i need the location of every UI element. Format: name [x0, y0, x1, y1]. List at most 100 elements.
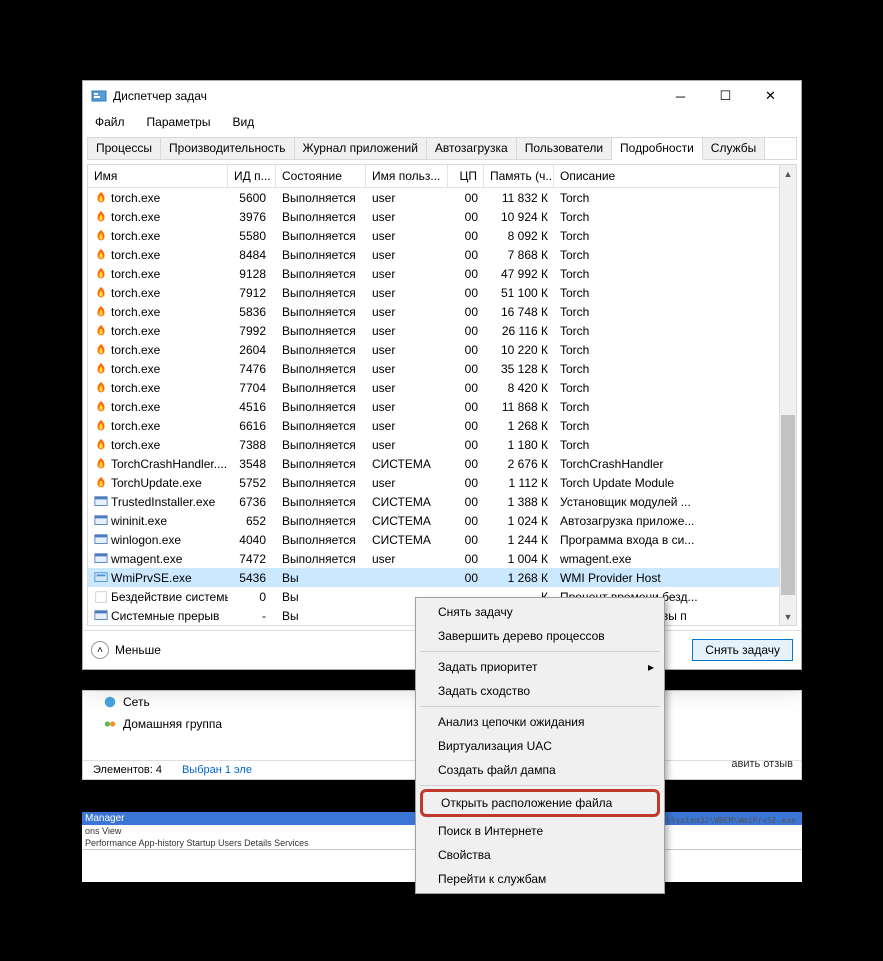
table-row[interactable]: torch.exe7388Выполняетсяuser001 180 КTor… [88, 435, 796, 454]
table-row[interactable]: torch.exe6616Выполняетсяuser001 268 КTor… [88, 416, 796, 435]
process-memory: 26 116 К [484, 323, 554, 339]
network-icon [103, 695, 117, 709]
process-description: Torch [554, 342, 796, 358]
table-row[interactable]: WmiPrvSE.exe5436Вы001 268 КWMI Provider … [88, 568, 796, 587]
context-menu: Снять задачуЗавершить дерево процессов За… [415, 597, 665, 894]
process-name: TorchUpdate.exe [111, 476, 202, 490]
table-row[interactable]: TrustedInstaller.exe6736ВыполняетсяСИСТЕ… [88, 492, 796, 511]
torch-icon [94, 362, 108, 376]
close-button[interactable]: ✕ [748, 82, 793, 110]
tab-6[interactable]: Службы [703, 138, 765, 159]
col-description[interactable]: Описание [554, 165, 796, 187]
app-icon [91, 88, 107, 104]
table-row[interactable]: TorchCrashHandler....3548ВыполняетсяСИСТ… [88, 454, 796, 473]
context-item[interactable]: Анализ цепочки ожидания [418, 710, 662, 734]
menu-file[interactable]: Файл [91, 113, 129, 131]
process-name: torch.exe [111, 305, 160, 319]
titlebar[interactable]: Диспетчер задач ─ ☐ ✕ [83, 81, 801, 111]
torch-icon [94, 419, 108, 433]
context-item[interactable]: Создать файл дампа [418, 758, 662, 782]
torch-icon [94, 210, 108, 224]
process-status: Выполняется [276, 323, 366, 339]
col-user[interactable]: Имя польз... [366, 165, 448, 187]
process-memory: 1 268 К [484, 570, 554, 586]
table-row[interactable]: torch.exe5836Выполняетсяuser0016 748 КTo… [88, 302, 796, 321]
maximize-button[interactable]: ☐ [703, 82, 748, 110]
tab-1[interactable]: Производительность [161, 138, 294, 159]
process-cpu: 00 [448, 380, 484, 396]
process-status: Выполняется [276, 532, 366, 548]
tab-3[interactable]: Автозагрузка [427, 138, 517, 159]
task-manager-window: Диспетчер задач ─ ☐ ✕ Файл Параметры Вид… [82, 80, 802, 670]
scroll-thumb[interactable] [781, 415, 795, 595]
table-row[interactable]: torch.exe2604Выполняетсяuser0010 220 КTo… [88, 340, 796, 359]
context-item[interactable]: Завершить дерево процессов [418, 624, 662, 648]
vertical-scrollbar[interactable]: ▲ ▼ [779, 165, 796, 625]
tab-4[interactable]: Пользователи [517, 138, 612, 159]
table-row[interactable]: torch.exe4516Выполняетсяuser0011 868 КTo… [88, 397, 796, 416]
col-status[interactable]: Состояние [276, 165, 366, 187]
col-cpu[interactable]: ЦП [448, 165, 484, 187]
table-row[interactable]: torch.exe7704Выполняетсяuser008 420 КTor… [88, 378, 796, 397]
process-pid: 652 [228, 513, 276, 529]
table-row[interactable]: torch.exe7992Выполняетсяuser0026 116 КTo… [88, 321, 796, 340]
context-item[interactable]: Снять задачу [418, 600, 662, 624]
process-user: user [366, 323, 448, 339]
process-name: torch.exe [111, 381, 160, 395]
menu-options[interactable]: Параметры [143, 113, 215, 131]
process-status: Выполняется [276, 304, 366, 320]
tab-5[interactable]: Подробности [612, 138, 703, 160]
table-row[interactable]: torch.exe7476Выполняетсяuser0035 128 КTo… [88, 359, 796, 378]
torch-icon [94, 381, 108, 395]
table-row[interactable]: torch.exe8484Выполняетсяuser007 868 КTor… [88, 245, 796, 264]
table-row[interactable]: torch.exe7912Выполняетсяuser0051 100 КTo… [88, 283, 796, 302]
process-cpu: 00 [448, 323, 484, 339]
table-row[interactable]: winlogon.exe4040ВыполняетсяСИСТЕМА001 24… [88, 530, 796, 549]
process-status: Выполняется [276, 342, 366, 358]
end-task-button[interactable]: Снять задачу [692, 639, 793, 661]
scroll-up-button[interactable]: ▲ [780, 165, 796, 182]
context-item[interactable]: Виртуализация UAC [418, 734, 662, 758]
minimize-button[interactable]: ─ [658, 82, 703, 110]
table-row[interactable]: wmagent.exe7472Выполняетсяuser001 004 Кw… [88, 549, 796, 568]
process-description: Установщик модулей ... [554, 494, 796, 510]
system-icon [94, 495, 108, 509]
context-item[interactable]: Свойства [418, 843, 662, 867]
context-item[interactable]: Поиск в Интернете [418, 819, 662, 843]
context-item[interactable]: Открыть расположение файла [420, 789, 660, 817]
table-row[interactable]: wininit.exe652ВыполняетсяСИСТЕМА001 024 … [88, 511, 796, 530]
process-user: user [366, 418, 448, 434]
table-row[interactable]: torch.exe5600Выполняетсяuser0011 832 КTo… [88, 188, 796, 207]
process-user: СИСТЕМА [366, 456, 448, 472]
process-cpu: 00 [448, 551, 484, 567]
process-memory: 1 180 К [484, 437, 554, 453]
tab-2[interactable]: Журнал приложений [295, 138, 427, 159]
process-name: TorchCrashHandler.... [111, 457, 227, 471]
col-pid[interactable]: ИД п... [228, 165, 276, 187]
torch-icon [94, 400, 108, 414]
col-memory[interactable]: Память (ч... [484, 165, 554, 187]
process-description: TorchCrashHandler [554, 456, 796, 472]
table-row[interactable]: torch.exe3976Выполняетсяuser0010 924 КTo… [88, 207, 796, 226]
process-status: Выполняется [276, 380, 366, 396]
table-row[interactable]: TorchUpdate.exe5752Выполняетсяuser001 11… [88, 473, 796, 492]
col-name[interactable]: Имя [88, 165, 228, 187]
process-memory: 1 112 К [484, 475, 554, 491]
process-pid: 4040 [228, 532, 276, 548]
process-memory: 1 024 К [484, 513, 554, 529]
fewer-details-button[interactable]: ˄ Меньше [91, 641, 161, 659]
process-status: Выполняется [276, 247, 366, 263]
process-status: Выполняется [276, 456, 366, 472]
scroll-down-button[interactable]: ▼ [780, 608, 796, 625]
context-item[interactable]: Перейти к службам [418, 867, 662, 891]
menu-view[interactable]: Вид [228, 113, 258, 131]
table-row[interactable]: torch.exe9128Выполняетсяuser0047 992 КTo… [88, 264, 796, 283]
process-name: torch.exe [111, 248, 160, 262]
process-name: torch.exe [111, 229, 160, 243]
process-status: Выполняется [276, 513, 366, 529]
table-row[interactable]: torch.exe5580Выполняетсяuser008 092 КTor… [88, 226, 796, 245]
context-item[interactable]: Задать сходство [418, 679, 662, 703]
context-item[interactable]: Задать приоритет▸ [418, 655, 662, 679]
tab-0[interactable]: Процессы [88, 138, 161, 159]
process-name: TrustedInstaller.exe [111, 495, 215, 509]
